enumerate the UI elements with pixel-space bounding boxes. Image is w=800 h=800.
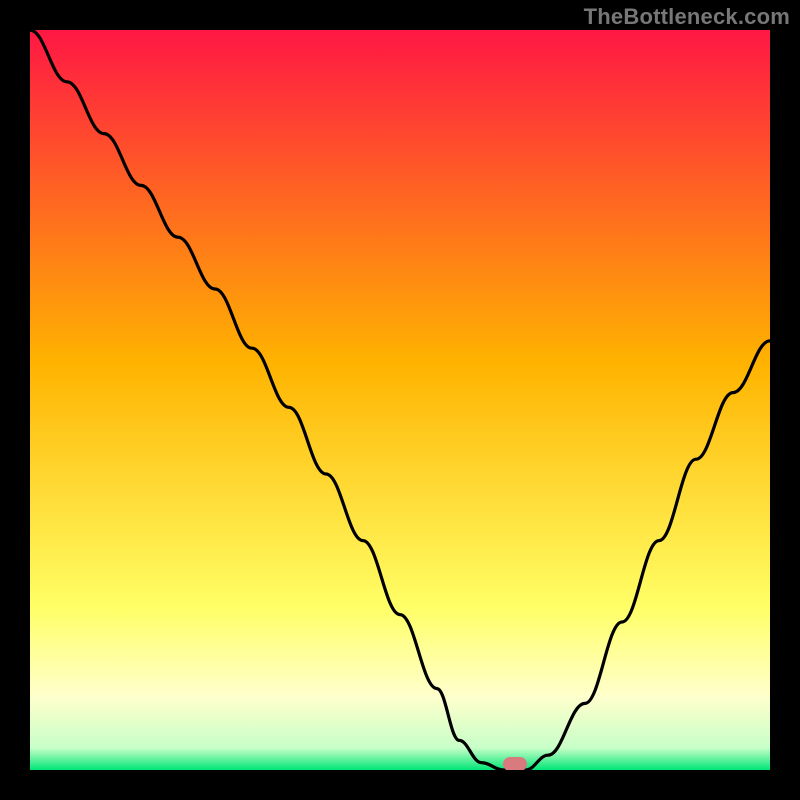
bottleneck-curve — [30, 30, 770, 770]
watermark-text: TheBottleneck.com — [584, 4, 790, 30]
chart-frame: TheBottleneck.com — [0, 0, 800, 800]
optimal-point-marker — [503, 757, 527, 770]
plot-area — [30, 30, 770, 770]
